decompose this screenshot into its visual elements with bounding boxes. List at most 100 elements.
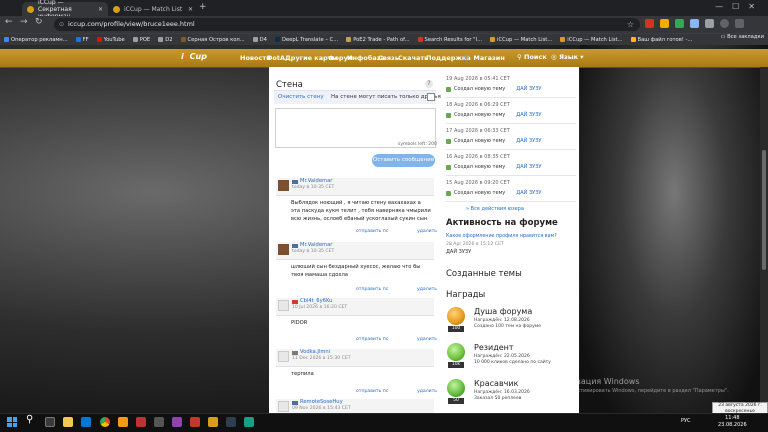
- bookmark-item[interactable]: D4: [252, 37, 267, 43]
- avatar[interactable]: [278, 300, 289, 311]
- post-message-button[interactable]: Оставить сообщение: [372, 154, 435, 167]
- post-text: терпила: [291, 371, 314, 377]
- post-text: PIDOR: [291, 320, 308, 326]
- post-author[interactable]: RemoteSoseHuy: [300, 399, 343, 405]
- mail-icon[interactable]: [81, 417, 91, 427]
- delete-post-link[interactable]: удалить: [417, 389, 437, 394]
- tab-iccup-profile[interactable]: iCCup — Секретная информац ✕: [22, 0, 108, 20]
- app-icon[interactable]: [190, 417, 200, 427]
- forum-topic-date: 28 Apr 2026 в 15:12 CET: [446, 242, 504, 247]
- forward-arrow-icon[interactable]: →: [20, 17, 28, 27]
- bookmark-item[interactable]: Search Results for "I...: [417, 37, 482, 43]
- profile-avatar-icon[interactable]: [720, 19, 729, 28]
- start-windows-icon[interactable]: [7, 417, 17, 427]
- reply-pm-link[interactable]: отправить пс: [356, 337, 388, 342]
- all-bookmarks-button[interactable]: ▭ Все закладки: [721, 34, 764, 40]
- bookmark-item[interactable]: FF: [75, 37, 89, 43]
- bookmark-item[interactable]: Серная Остров кол...: [180, 37, 245, 43]
- divider: [446, 175, 576, 176]
- window-controls[interactable]: —☐✕: [715, 2, 764, 11]
- nav-shop[interactable]: 🛒 Магазин: [463, 54, 505, 62]
- nav-download[interactable]: Скачать: [398, 54, 428, 62]
- taskbar-search-icon[interactable]: ⚲: [26, 414, 33, 425]
- nav-contact[interactable]: Связь: [378, 54, 399, 62]
- bookmark-item[interactable]: YouTube: [96, 37, 125, 43]
- bookmark-item[interactable]: PoE2 Trade - Path of...: [346, 37, 410, 43]
- app-icon[interactable]: [208, 417, 218, 427]
- app-icon[interactable]: [244, 417, 254, 427]
- all-actions-link[interactable]: » Все действия юзера: [466, 206, 524, 212]
- language-selector[interactable]: ◎ Язык ▾: [551, 53, 584, 61]
- system-tray-language[interactable]: РУС: [681, 418, 691, 424]
- app-icon[interactable]: [118, 417, 128, 427]
- delete-post-link[interactable]: удалить: [417, 337, 437, 342]
- forum-topic-link[interactable]: Какое оформление профиля нравится вам?: [446, 234, 557, 239]
- reload-icon[interactable]: ↻: [35, 17, 43, 27]
- iccup-logo[interactable]: iCCup: [181, 52, 207, 61]
- post-date: 09 Nov 2026 в 15:43 CET: [292, 406, 351, 411]
- scrollbar-thumb[interactable]: [762, 150, 766, 270]
- activity-link[interactable]: ДАЙ ЗУЗУ: [516, 112, 541, 118]
- post-author[interactable]: Mr.Valdemar: [300, 242, 332, 248]
- tab-iccup-matchlist[interactable]: iCCup — Match List ✕: [108, 2, 198, 16]
- symbols-left-counter: symbols left: 200: [398, 142, 437, 147]
- app-icon[interactable]: [136, 417, 146, 427]
- activity-date: 17 Aug 2026 в 06:33 CET: [446, 128, 510, 134]
- award-desc: 10 000 кликов сделано по сайту: [474, 360, 551, 365]
- app-icon[interactable]: [154, 417, 164, 427]
- help-icon[interactable]: ?: [425, 80, 433, 88]
- avatar[interactable]: [278, 180, 289, 191]
- close-tab-icon[interactable]: ✕: [188, 6, 193, 13]
- extension-icon[interactable]: [690, 19, 699, 28]
- bookmark-item[interactable]: iCCup — Match List...: [560, 37, 623, 43]
- activity-link[interactable]: ДАЙ ЗУЗУ: [516, 138, 541, 144]
- avatar[interactable]: [278, 244, 289, 255]
- chrome-icon[interactable]: [100, 417, 110, 427]
- delete-post-link[interactable]: удалить: [417, 287, 437, 292]
- extension-icon[interactable]: [675, 19, 684, 28]
- tab-label: iCCup — Match List: [124, 5, 183, 13]
- bookmark-item[interactable]: Оператор рекламн...: [4, 37, 68, 43]
- wall-post: Cbl4t_6y6Ku 10 Jul 2026 в 16:20 CET: [276, 298, 434, 316]
- clear-wall-link[interactable]: Очистить стену: [278, 94, 324, 100]
- activity-entry: 16 Aug 2026 в 08:35 CET Создал новую тем…: [446, 154, 574, 170]
- address-bar[interactable]: ⊙ iccup.com/profile/view/bruce1eee.html …: [54, 18, 640, 31]
- site-info-icon[interactable]: ⊙: [59, 18, 64, 31]
- post-author[interactable]: Cbl4t_6y6Ku: [300, 298, 332, 304]
- nav-dota[interactable]: DotA: [267, 54, 285, 62]
- avatar[interactable]: [278, 351, 289, 362]
- app-icon[interactable]: [226, 417, 236, 427]
- post-author[interactable]: Mr.Valdemar: [300, 178, 332, 184]
- menu-kebab-icon[interactable]: [735, 19, 744, 28]
- reply-pm-link[interactable]: отправить пс: [356, 229, 388, 234]
- app-icon[interactable]: [172, 417, 182, 427]
- chevron-down-icon: ▾: [578, 53, 584, 61]
- file-explorer-icon[interactable]: [63, 417, 73, 427]
- post-author[interactable]: Vodka.Jimni: [300, 349, 330, 355]
- new-tab-button[interactable]: +: [199, 2, 207, 12]
- site-search-button[interactable]: ⚲ Поиск: [517, 53, 547, 61]
- reply-pm-link[interactable]: отправить пс: [356, 389, 388, 394]
- bookmark-item[interactable]: Ваш файл готов! -...: [630, 37, 692, 43]
- taskbar-clock[interactable]: 11:48 23.08.2026: [718, 415, 747, 429]
- back-arrow-icon[interactable]: ←: [5, 17, 13, 27]
- reply-pm-link[interactable]: отправить пс: [356, 287, 388, 292]
- bookmark-item[interactable]: POE: [132, 37, 150, 43]
- divider: [446, 123, 576, 124]
- activity-link[interactable]: ДАЙ ЗУЗУ: [516, 86, 541, 92]
- award-name: Красавчик: [474, 379, 519, 388]
- bookmark-item[interactable]: DeepL Translate – С...: [274, 37, 338, 43]
- close-tab-icon[interactable]: ✕: [98, 6, 103, 13]
- task-view-icon[interactable]: [45, 417, 55, 427]
- activity-link[interactable]: ДАЙ ЗУЗУ: [516, 164, 541, 170]
- bookmark-item[interactable]: iCCup — Match List...: [490, 37, 552, 43]
- only-friends-checkbox[interactable]: [427, 93, 435, 101]
- extension-icon[interactable]: [645, 19, 654, 28]
- bookmark-item[interactable]: D2: [158, 37, 173, 43]
- activity-link[interactable]: ДАЙ ЗУЗУ: [516, 190, 541, 196]
- bookmark-star-icon[interactable]: ☆: [627, 18, 634, 31]
- extension-icon[interactable]: [660, 19, 669, 28]
- puzzle-icon[interactable]: [705, 19, 714, 28]
- delete-post-link[interactable]: удалить: [417, 229, 437, 234]
- avatar[interactable]: [278, 401, 289, 412]
